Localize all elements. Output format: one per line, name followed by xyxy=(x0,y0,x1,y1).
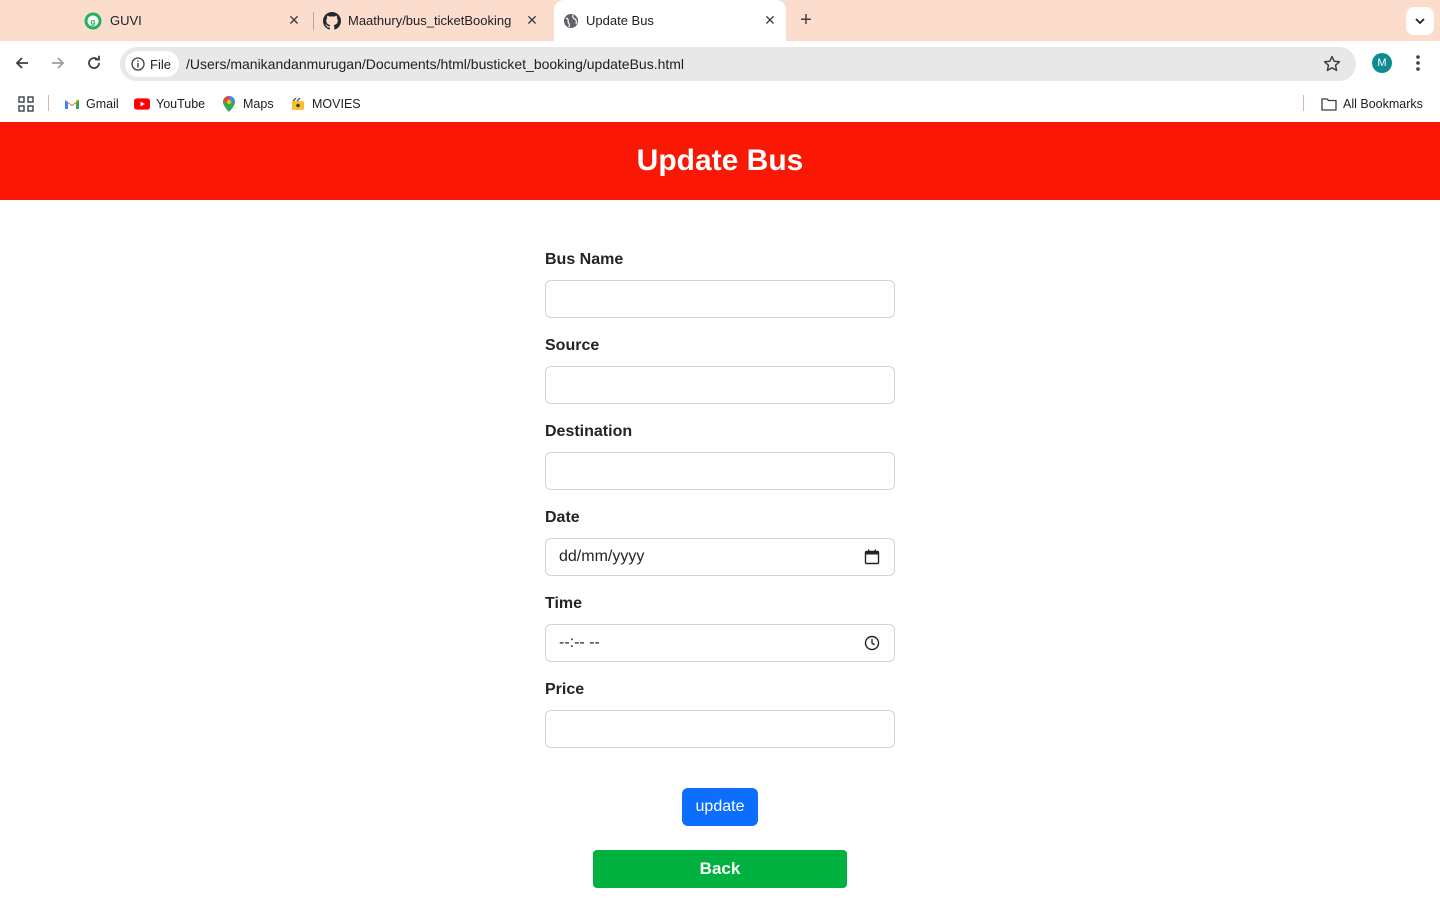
date-input[interactable]: dd/mm/yyyy xyxy=(545,538,895,576)
date-placeholder: dd/mm/yyyy xyxy=(559,548,645,565)
price-label: Price xyxy=(545,681,585,698)
address-bar[interactable]: File /Users/manikandanmurugan/Documents/… xyxy=(120,47,1356,81)
chevron-down-icon xyxy=(1415,18,1425,25)
bookmark-gmail[interactable]: Gmail xyxy=(64,95,119,113)
tab-divider xyxy=(313,12,314,30)
clock-icon[interactable] xyxy=(864,635,880,651)
time-label: Time xyxy=(545,595,583,612)
time-placeholder: --:-- -- xyxy=(559,634,600,651)
price-group: Price xyxy=(545,678,895,764)
calendar-icon[interactable] xyxy=(864,549,880,565)
url-text[interactable]: /Users/manikandanmurugan/Documents/html/… xyxy=(186,56,684,72)
bookmark-divider xyxy=(1303,95,1304,111)
forward-nav-button[interactable] xyxy=(46,51,70,75)
tab-update-bus[interactable]: Update Bus ✕ xyxy=(554,0,786,41)
bookmark-movies[interactable]: MOVIES xyxy=(290,95,361,113)
bus-name-label: Bus Name xyxy=(545,251,624,268)
bookmark-label: Maps xyxy=(243,97,274,111)
arrow-right-icon xyxy=(52,57,65,69)
browser-toolbar: File /Users/manikandanmurugan/Documents/… xyxy=(0,41,1440,86)
reload-button[interactable] xyxy=(82,51,106,75)
back-nav-button[interactable] xyxy=(10,51,34,75)
movies-icon xyxy=(290,96,306,112)
price-input[interactable] xyxy=(545,710,895,748)
tab-search-button[interactable] xyxy=(1406,7,1434,35)
time-input[interactable]: --:-- -- xyxy=(545,624,895,662)
tab-title: Maathury/bus_ticketBooking xyxy=(348,13,512,28)
svg-text:g: g xyxy=(91,18,96,27)
bookmarks-bar: Gmail YouTube Maps MOVIES All Bookmarks xyxy=(0,86,1440,122)
tab-title: Update Bus xyxy=(586,13,654,28)
time-group: Time --:-- -- xyxy=(545,592,895,678)
source-label: Source xyxy=(545,337,600,354)
github-icon xyxy=(323,12,341,30)
globe-icon xyxy=(562,12,580,30)
tab-github[interactable]: Maathury/bus_ticketBooking ✕ xyxy=(323,0,545,41)
destination-input[interactable] xyxy=(545,452,895,490)
tab-strip: g GUVI ✕ Maathury/bus_ticketBooking ✕ Up… xyxy=(0,0,1440,41)
folder-icon xyxy=(1321,96,1337,112)
bookmark-label: MOVIES xyxy=(312,97,361,111)
info-icon xyxy=(131,57,145,71)
page-title: Update Bus xyxy=(636,144,804,177)
update-button[interactable]: update xyxy=(682,788,758,826)
close-tab-icon[interactable]: ✕ xyxy=(761,11,779,29)
reload-icon xyxy=(88,55,100,69)
new-tab-button[interactable]: + xyxy=(795,9,817,31)
guvi-logo-icon: g xyxy=(84,12,102,30)
source-group: Source xyxy=(545,334,895,420)
close-tab-icon[interactable]: ✕ xyxy=(523,11,541,29)
bookmark-star-icon[interactable] xyxy=(1322,54,1342,74)
source-input[interactable] xyxy=(545,366,895,404)
update-bus-form: Bus Name Source Destination Date dd/mm/y… xyxy=(545,248,895,764)
bookmark-label: YouTube xyxy=(156,97,206,111)
more-menu-icon[interactable] xyxy=(1409,53,1427,73)
bus-name-group: Bus Name xyxy=(545,248,895,334)
back-button[interactable]: Back xyxy=(593,850,847,888)
bookmark-label: Gmail xyxy=(86,97,119,111)
bookmark-maps[interactable]: Maps xyxy=(221,95,274,113)
youtube-icon xyxy=(134,96,150,112)
bus-name-input[interactable] xyxy=(545,280,895,318)
chip-label: File xyxy=(150,56,171,72)
bookmark-divider xyxy=(48,95,49,111)
tab-guvi[interactable]: g GUVI ✕ xyxy=(84,0,306,41)
page-header: Update Bus xyxy=(0,122,1440,200)
all-bookmarks-folder[interactable]: All Bookmarks xyxy=(1321,95,1423,113)
date-group: Date dd/mm/yyyy xyxy=(545,506,895,592)
destination-label: Destination xyxy=(545,423,633,440)
maps-icon xyxy=(221,96,237,112)
arrow-left-icon xyxy=(15,57,28,69)
site-info-chip[interactable]: File xyxy=(125,51,179,77)
date-label: Date xyxy=(545,509,580,526)
destination-group: Destination xyxy=(545,420,895,506)
profile-avatar[interactable]: M xyxy=(1372,53,1392,73)
close-tab-icon[interactable]: ✕ xyxy=(285,11,303,29)
apps-grid-icon[interactable] xyxy=(18,95,34,113)
bookmark-label: All Bookmarks xyxy=(1343,97,1423,111)
tab-title: GUVI xyxy=(110,13,142,28)
gmail-icon xyxy=(64,96,80,112)
bookmark-youtube[interactable]: YouTube xyxy=(134,95,205,113)
